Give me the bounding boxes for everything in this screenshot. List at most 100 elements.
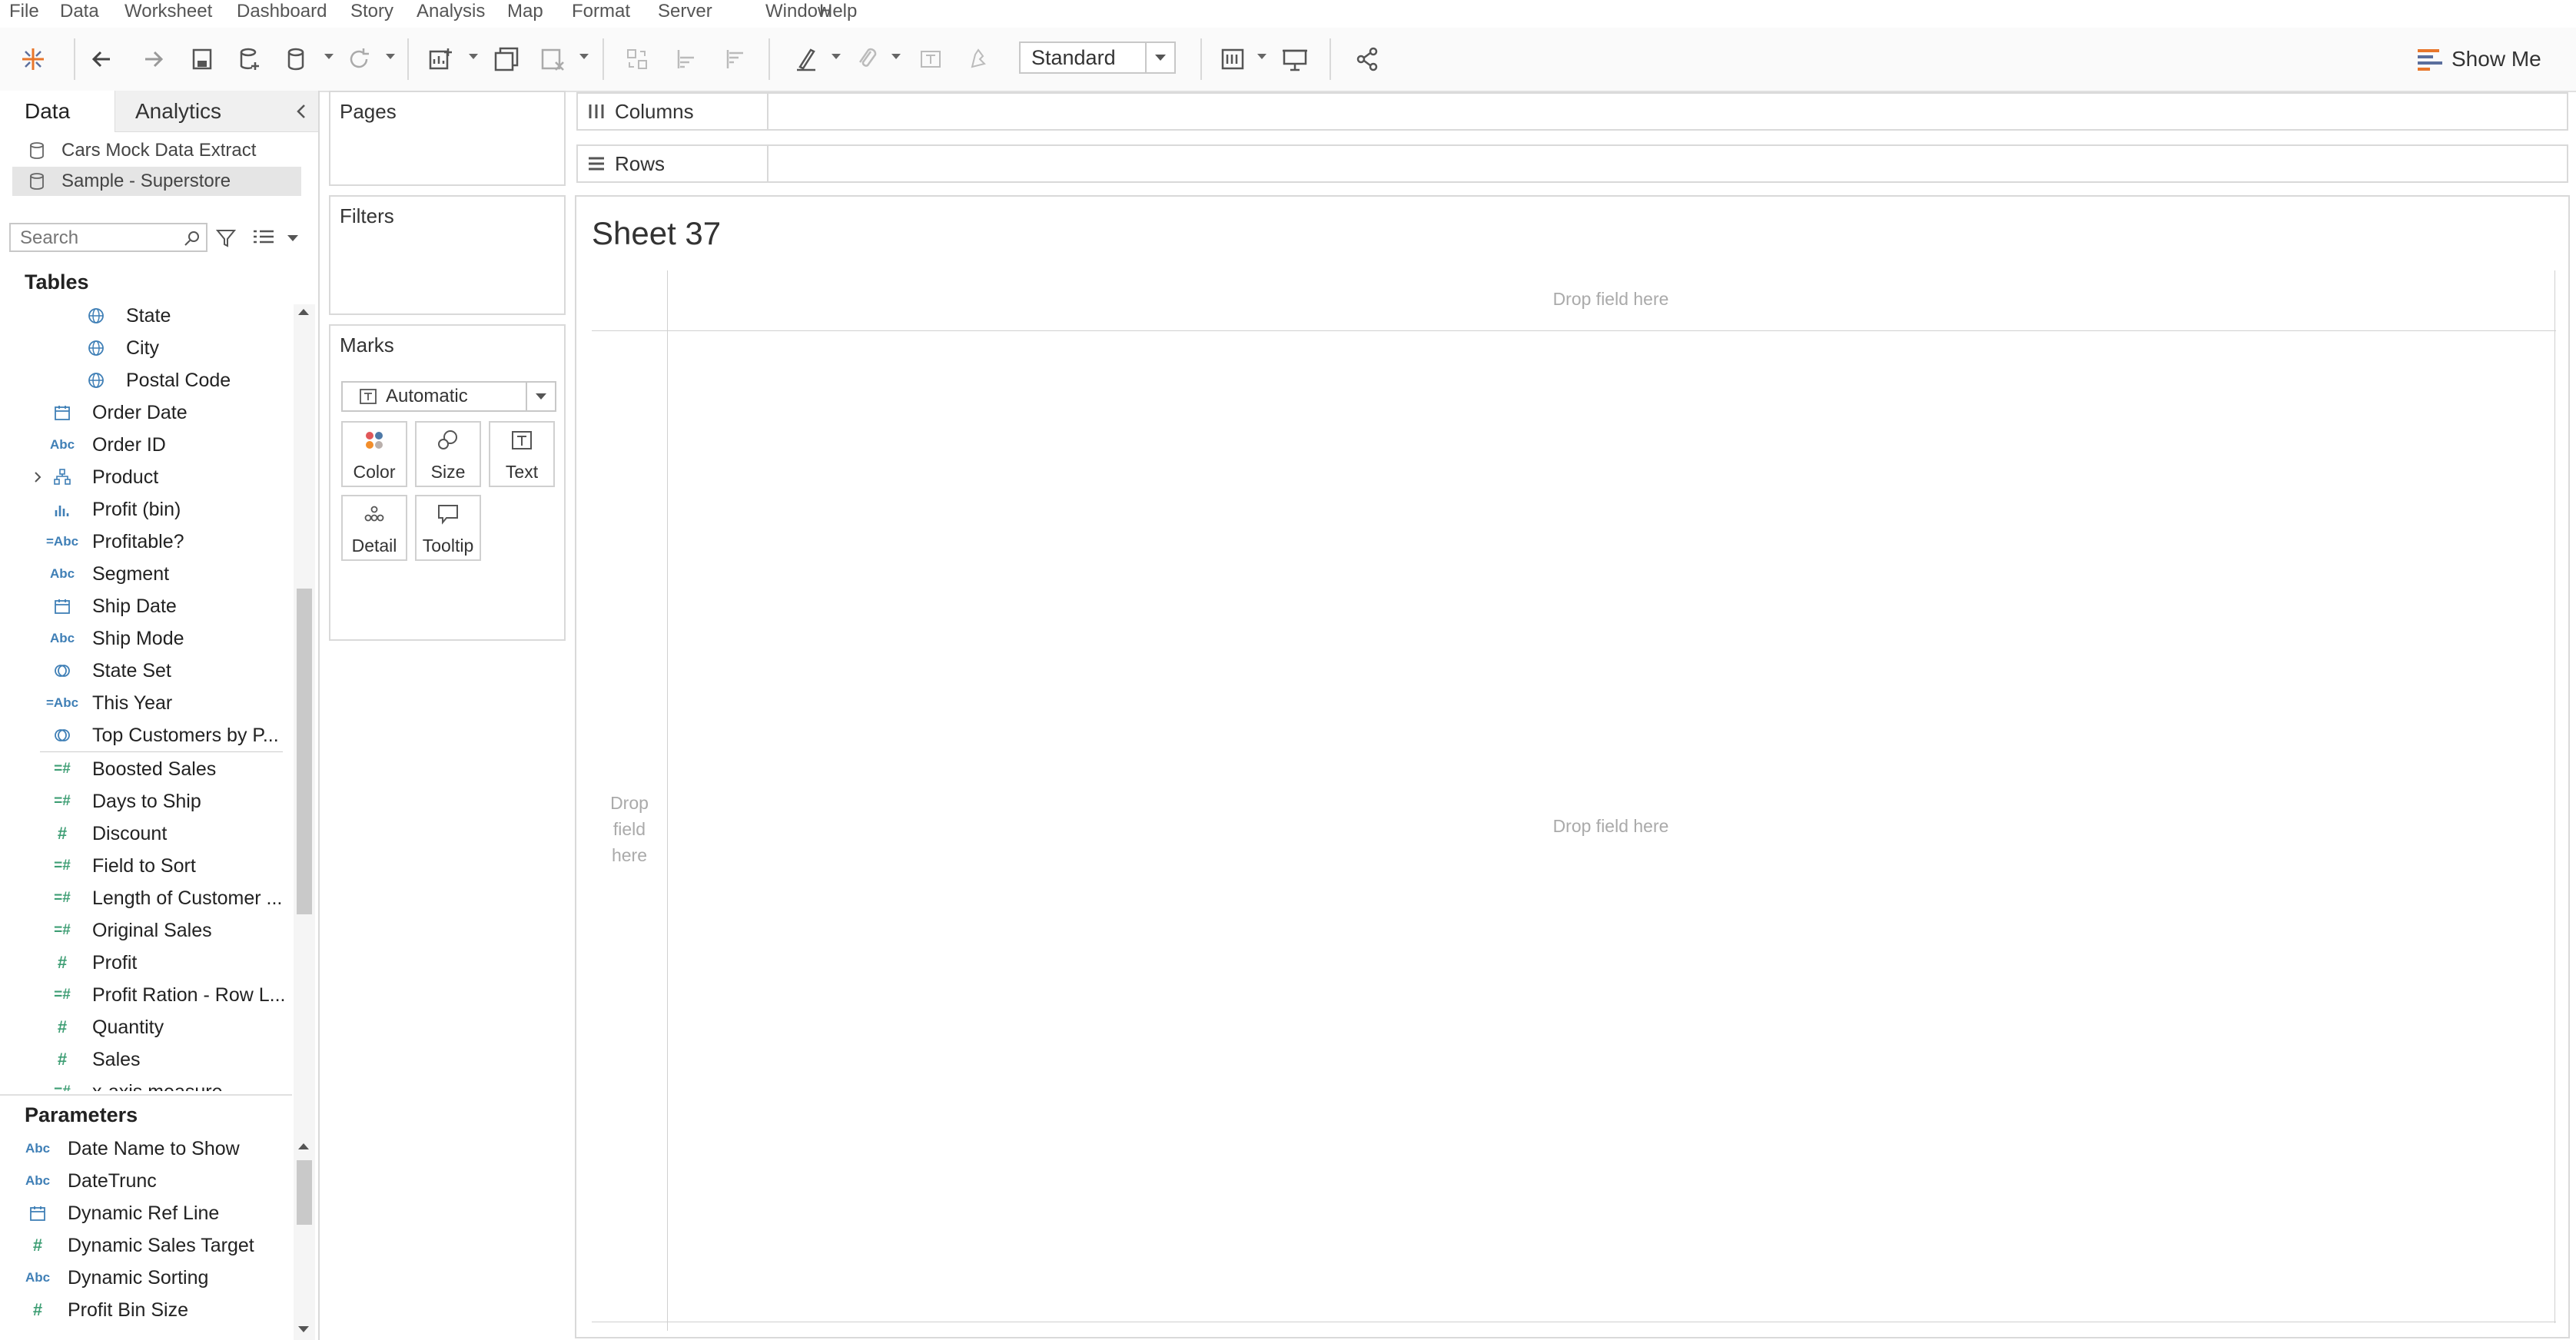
sheet-title[interactable]: Sheet 37 xyxy=(592,215,721,252)
field-item[interactable]: =# Original Sales xyxy=(0,914,284,947)
chevron-down-icon[interactable] xyxy=(526,383,555,410)
field-item[interactable]: # Sales xyxy=(0,1043,284,1076)
chevron-down-icon[interactable] xyxy=(579,54,589,59)
view-size-select[interactable]: Standard xyxy=(1019,41,1176,74)
tableau-logo-icon[interactable] xyxy=(15,41,51,77)
size-button[interactable]: Size xyxy=(415,421,481,487)
field-item[interactable]: Order Date xyxy=(0,396,284,429)
field-item[interactable]: =# x-axis measure xyxy=(0,1076,284,1091)
tooltip-button[interactable]: Tooltip xyxy=(415,495,481,561)
sort-ascending-icon[interactable] xyxy=(669,41,704,77)
redo-icon[interactable] xyxy=(135,41,171,77)
collapse-pane-icon[interactable] xyxy=(292,101,312,121)
chevron-down-icon[interactable] xyxy=(324,54,334,59)
field-item[interactable]: =# Field to Sort xyxy=(0,850,284,882)
field-item[interactable]: Abc Segment xyxy=(0,558,284,590)
menu-item-map[interactable]: Map xyxy=(507,0,543,23)
field-item[interactable]: Top Customers by P... xyxy=(0,719,284,751)
filter-icon[interactable] xyxy=(215,227,237,249)
field-item[interactable]: Profit (bin) xyxy=(0,493,284,526)
clear-sheet-icon[interactable] xyxy=(535,41,570,77)
scroll-up-icon[interactable] xyxy=(294,1139,315,1160)
chevron-down-icon[interactable] xyxy=(287,235,298,241)
show-me-button[interactable]: Show Me xyxy=(2413,41,2541,77)
field-item[interactable]: City xyxy=(0,332,284,364)
field-item[interactable]: Abc DateTrunc xyxy=(0,1165,284,1197)
field-item[interactable]: =# Profit Ration - Row L... xyxy=(0,979,284,1011)
field-item[interactable]: Dynamic Ref Line xyxy=(0,1197,284,1229)
menu-item-worksheet[interactable]: Worksheet xyxy=(124,0,212,23)
chevron-down-icon[interactable] xyxy=(469,54,478,59)
field-item[interactable]: State Set xyxy=(0,655,284,687)
search-input[interactable] xyxy=(18,226,175,250)
datasource-sample-superstore[interactable]: Sample - Superstore xyxy=(12,167,301,196)
scroll-up-icon[interactable] xyxy=(294,304,315,326)
show-cards-icon[interactable] xyxy=(1216,41,1251,77)
view-drop-zone[interactable]: Drop field here xyxy=(667,816,2554,837)
undo-icon[interactable] xyxy=(85,41,120,77)
rows-drop-zone[interactable]: Drop field here xyxy=(595,790,664,868)
field-item[interactable]: Abc Order ID xyxy=(0,429,284,461)
scrollbar-thumb[interactable] xyxy=(297,1160,312,1225)
field-item[interactable]: =# Days to Ship xyxy=(0,785,284,818)
view-list-icon[interactable] xyxy=(252,227,275,247)
new-worksheet-icon[interactable] xyxy=(423,41,458,77)
scroll-down-icon[interactable] xyxy=(294,1320,315,1340)
menu-item-format[interactable]: Format xyxy=(572,0,630,23)
menu-item-story[interactable]: Story xyxy=(350,0,393,23)
group-members-icon[interactable] xyxy=(850,41,885,77)
field-item[interactable]: Abc Date Name to Show xyxy=(0,1133,284,1165)
scrollbar-thumb[interactable] xyxy=(297,589,312,914)
field-item[interactable]: =# Length of Customer ... xyxy=(0,882,284,914)
chevron-down-icon[interactable] xyxy=(1257,54,1266,59)
chevron-down-icon[interactable] xyxy=(891,54,901,59)
filters-card[interactable]: Filters xyxy=(329,195,566,315)
save-icon[interactable] xyxy=(184,41,220,77)
menu-item-analysis[interactable]: Analysis xyxy=(417,0,485,23)
color-button[interactable]: Color xyxy=(341,421,407,487)
field-item[interactable]: State xyxy=(0,300,284,332)
swap-rows-columns-icon[interactable] xyxy=(619,41,655,77)
presentation-mode-icon[interactable] xyxy=(1277,41,1313,77)
field-item[interactable]: # Discount xyxy=(0,818,284,850)
menu-item-help[interactable]: Help xyxy=(819,0,857,23)
tab-analytics[interactable]: Analytics xyxy=(115,91,318,132)
columns-drop-zone[interactable]: Drop field here xyxy=(667,289,2554,310)
field-item[interactable]: Abc Dynamic Sorting xyxy=(0,1262,284,1294)
refresh-icon[interactable] xyxy=(341,41,377,77)
pause-updates-icon[interactable] xyxy=(280,41,315,77)
chevron-down-icon[interactable] xyxy=(832,54,841,59)
field-item[interactable]: Product xyxy=(0,461,284,493)
pages-card[interactable]: Pages xyxy=(329,91,566,186)
columns-shelf[interactable]: Columns xyxy=(576,92,2568,131)
rows-shelf[interactable]: Rows xyxy=(576,144,2568,183)
menu-item-file[interactable]: File xyxy=(9,0,39,23)
menu-item-dashboard[interactable]: Dashboard xyxy=(237,0,327,23)
fix-axes-icon[interactable] xyxy=(961,41,996,77)
field-item[interactable]: =Abc This Year xyxy=(0,687,284,719)
field-item[interactable]: Postal Code xyxy=(0,364,284,396)
mark-type-select[interactable]: Automatic xyxy=(341,381,556,412)
datasource-cars-mock[interactable]: Cars Mock Data Extract xyxy=(12,136,301,165)
field-item[interactable]: =Abc Profitable? xyxy=(0,526,284,558)
menu-item-data[interactable]: Data xyxy=(60,0,99,23)
highlight-icon[interactable] xyxy=(788,41,824,77)
field-item[interactable]: =# Boosted Sales xyxy=(0,753,284,785)
chevron-down-icon[interactable] xyxy=(386,54,395,59)
field-item[interactable]: # Quantity xyxy=(0,1011,284,1043)
field-item[interactable]: # Profit xyxy=(0,947,284,979)
duplicate-sheet-icon[interactable] xyxy=(489,41,524,77)
text-button[interactable]: Text xyxy=(489,421,555,487)
chevron-down-icon[interactable] xyxy=(1145,43,1174,72)
field-item[interactable]: Abc Ship Mode xyxy=(0,622,284,655)
new-datasource-icon[interactable] xyxy=(232,41,267,77)
menu-item-server[interactable]: Server xyxy=(658,0,712,23)
field-item[interactable]: # Profit Bin Size xyxy=(0,1294,284,1326)
share-icon[interactable] xyxy=(1349,41,1385,77)
fields-scrollbar[interactable] xyxy=(294,304,315,1188)
sort-descending-icon[interactable] xyxy=(718,41,753,77)
field-item[interactable]: Ship Date xyxy=(0,590,284,622)
show-mark-labels-icon[interactable] xyxy=(913,41,948,77)
search-field[interactable] xyxy=(9,223,207,252)
chevron-right-icon[interactable] xyxy=(28,469,48,486)
